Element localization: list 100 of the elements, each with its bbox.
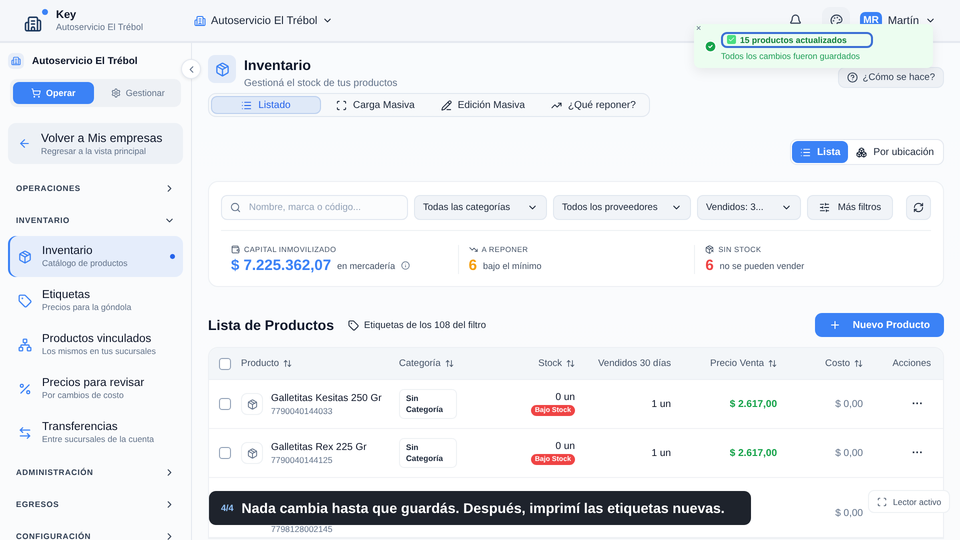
refresh-button[interactable]	[906, 195, 931, 220]
tab[interactable]: Listado	[211, 96, 321, 114]
list-icon	[241, 100, 252, 110]
more-button[interactable]: ···	[912, 398, 923, 410]
info-icon	[401, 261, 410, 270]
cost-value: $ 0,00	[835, 448, 863, 458]
logo-icon	[24, 8, 48, 32]
checkbox[interactable]	[219, 398, 231, 410]
check-icon	[727, 35, 736, 44]
section-header[interactable]: OPERACIONES	[8, 172, 183, 204]
collapse-button[interactable]	[181, 59, 201, 79]
box-icon	[18, 250, 32, 264]
close-button[interactable]: ×	[696, 24, 702, 33]
store-name: Autoservicio El Trébol	[56, 22, 144, 32]
column-header[interactable]: Producto	[241, 358, 393, 369]
price-value: $ 2.617,00	[730, 398, 777, 410]
tab[interactable]: ¿Qué reponer?	[540, 96, 647, 114]
refresh-icon	[913, 202, 924, 213]
new-product-button[interactable]: Nuevo Producto	[814, 313, 944, 337]
cost-value: $ 0,00	[835, 508, 863, 518]
labels-link[interactable]: Etiquetas de los 108 del filtro	[348, 320, 486, 330]
nav-item[interactable]: Etiquetas Precios para la góndola	[8, 280, 183, 321]
plus-icon	[828, 319, 841, 331]
product-sku: 7790040144033	[271, 406, 334, 416]
cost-value: $ 0,00	[835, 398, 863, 410]
search-field[interactable]: Nombre, marca o código...	[221, 195, 408, 220]
pencil-icon	[440, 100, 452, 110]
stat-note: bajo el mínimo	[483, 260, 542, 270]
stock-value: 0 un	[556, 441, 575, 452]
nav-item[interactable]: Transferencias Entre sucursales de la cuenta	[8, 412, 183, 453]
column-header[interactable]: Categoría	[399, 358, 509, 369]
product-sku: 7790040144125	[271, 455, 334, 465]
app-name: Key	[56, 9, 78, 21]
category-tag: Sin Categoría	[399, 388, 457, 420]
tab[interactable]: Carga Masiva	[325, 96, 426, 114]
back-button[interactable]: Volver a Mis empresas Regresar a la vista principal	[8, 123, 183, 164]
store-name: Autoservicio El Trébol	[32, 56, 138, 66]
bell-icon[interactable]	[788, 14, 802, 27]
boxes-icon	[856, 146, 868, 158]
column-header[interactable]: Costo	[783, 358, 863, 369]
mode-tab[interactable]: Operar	[13, 82, 94, 104]
stat-value: 6	[468, 257, 477, 274]
checkbox[interactable]	[219, 447, 231, 459]
column-header[interactable]: Stock	[515, 358, 575, 369]
reader-button[interactable]: Lector activo	[868, 490, 950, 513]
tab[interactable]: Edición Masiva	[430, 96, 536, 114]
page-subtitle: Gestioná el stock de tus productos	[244, 78, 398, 89]
product-name: Galletitas Kesitas 250 Gr	[271, 392, 382, 405]
nav-item[interactable]: Precios para revisar Por cambios de costo	[8, 368, 183, 409]
section-header[interactable]: ADMINISTRACIÓN	[8, 456, 183, 488]
building-icon	[194, 14, 206, 26]
arrow-left-icon	[18, 137, 31, 150]
mode-tab[interactable]: Gestionar	[98, 82, 178, 104]
toast-message: Todos los cambios fueron guardados	[721, 50, 861, 60]
box-x-icon	[705, 245, 714, 254]
view-toggle[interactable]: Lista	[792, 141, 848, 163]
help-button[interactable]: ¿Cómo se hace?	[838, 67, 944, 88]
checkbox[interactable]	[219, 358, 231, 370]
box-icon	[241, 442, 263, 464]
scan-icon	[877, 496, 887, 506]
sort-icon	[768, 359, 777, 368]
filter-dropdown[interactable]: Vendidos: 3...	[697, 195, 801, 220]
sold-value: 1 un	[652, 448, 671, 458]
gear-icon	[110, 88, 121, 98]
section-header[interactable]: CONFIGURACIÓN	[8, 520, 183, 540]
box-icon	[208, 55, 236, 83]
stat-value: $ 7.225.362,07	[231, 257, 332, 274]
more-filters-button[interactable]: Más filtros	[807, 195, 893, 220]
nav-item[interactable]: Productos vinculados Los mismos en tus sucursales	[8, 324, 183, 365]
search-input[interactable]: Nombre, marca o código...	[247, 201, 399, 214]
section-header[interactable]: INVENTARIO	[8, 204, 183, 236]
caption-text: Nada cambia hasta que guardás. Después, imprimí las etiquetas nuevas.	[242, 500, 725, 516]
column-header: Vendidos 30 días	[597, 358, 671, 369]
sort-icon	[566, 359, 575, 368]
filter-dropdown[interactable]: Todas las categorías	[414, 195, 547, 220]
cart-icon	[30, 88, 41, 98]
sort-icon	[283, 359, 292, 368]
list-icon	[800, 146, 812, 158]
stat-note: no se pueden vender	[720, 260, 804, 270]
section-header[interactable]: EGRESOS	[8, 488, 183, 520]
trend-down-icon	[468, 245, 478, 254]
wallet-icon	[231, 245, 240, 254]
list-title: Lista de Productos	[208, 317, 334, 333]
box-icon	[241, 393, 263, 415]
percent-icon	[18, 382, 32, 396]
network-icon	[18, 338, 32, 352]
price-value: $ 2.617,00	[730, 448, 777, 458]
sold-value: 1 un	[652, 398, 671, 410]
product-sku: 7798128002145	[271, 524, 332, 534]
transfer-icon	[18, 426, 32, 440]
more-button[interactable]: ···	[912, 447, 923, 459]
column-header[interactable]: Precio Venta	[677, 358, 777, 369]
help-icon	[846, 72, 858, 83]
stock-value: 0 un	[556, 392, 575, 403]
store-selector[interactable]: Autoservicio El Trébol	[194, 14, 334, 26]
view-toggle[interactable]: Por ubicación	[848, 141, 942, 163]
scan-icon	[336, 100, 347, 110]
nav-item[interactable]: Inventario Catálogo de productos	[8, 236, 183, 277]
tag-icon	[18, 294, 32, 308]
filter-dropdown[interactable]: Todos los proveedores	[553, 195, 691, 220]
